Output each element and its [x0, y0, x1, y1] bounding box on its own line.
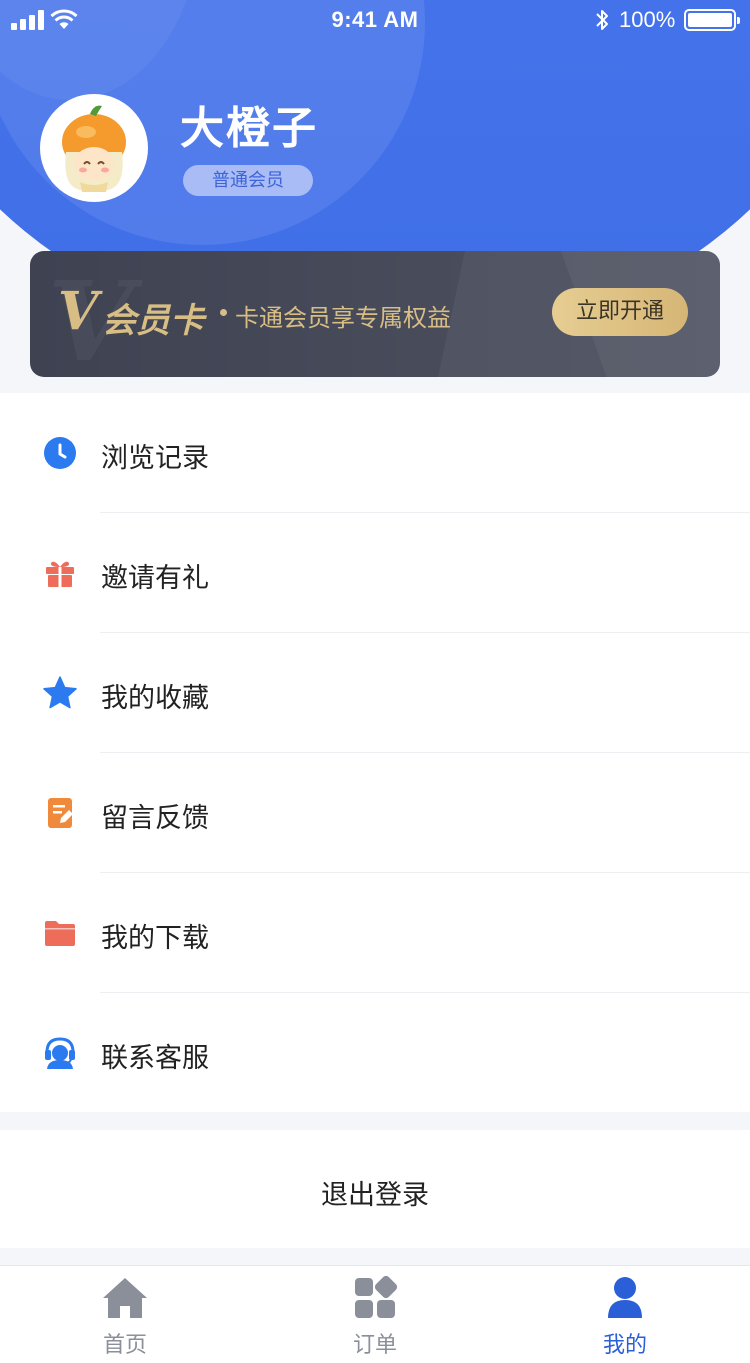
bottom-tab-bar: 首页 订单 我的 [0, 1265, 750, 1363]
vip-card-description: 卡通会员享专属权益 [235, 304, 451, 332]
grid-icon [355, 1276, 398, 1318]
battery-percentage: 100% [619, 7, 676, 32]
feedback-note-icon [48, 798, 73, 828]
menu-item-feedback[interactable]: 留言反馈 [0, 753, 750, 873]
orange-character-avatar-icon [62, 105, 126, 192]
menu-item-downloads[interactable]: 我的下载 [0, 873, 750, 993]
tab-mine[interactable]: 我的 [500, 1266, 750, 1363]
home-icon [103, 1278, 147, 1318]
menu-item-label: 浏览记录 [101, 443, 209, 474]
logout-label: 退出登录 [321, 1180, 429, 1211]
tab-label: 我的 [602, 1333, 647, 1358]
tab-label: 订单 [352, 1333, 397, 1358]
menu-item-browse-history[interactable]: 浏览记录 [0, 393, 750, 513]
tab-orders[interactable]: 订单 [250, 1266, 500, 1363]
menu-item-label: 留言反馈 [101, 803, 209, 834]
menu-item-favorites[interactable]: 我的收藏 [0, 633, 750, 753]
star-icon [43, 676, 77, 709]
gift-icon [46, 561, 74, 587]
user-icon [608, 1277, 642, 1318]
member-level-badge: 普通会员 [183, 165, 313, 196]
menu-list: 浏览记录 邀请有礼 我的收藏 留言反馈 我的下载 联系客服 [0, 393, 750, 1112]
username: 大橙子 [180, 103, 318, 154]
logout-button[interactable]: 退出登录 [0, 1130, 750, 1248]
menu-item-label: 我的收藏 [101, 683, 209, 714]
bluetooth-icon [596, 10, 608, 30]
clock-icon [44, 437, 76, 469]
customer-service-icon [45, 1037, 75, 1069]
folder-icon [45, 921, 75, 946]
vip-card-title: 会员卡 [102, 301, 204, 341]
menu-item-customer-service[interactable]: 联系客服 [0, 993, 750, 1113]
vip-letter-icon: V [58, 281, 99, 342]
separator-dot [220, 309, 227, 316]
menu-item-invite[interactable]: 邀请有礼 [0, 513, 750, 633]
vip-membership-card[interactable]: V V 会员卡 卡通会员享专属权益 立即开通 [30, 251, 720, 377]
status-bar: 9:41 AM 100% [0, 0, 750, 40]
menu-item-label: 邀请有礼 [101, 563, 209, 594]
menu-item-label: 联系客服 [101, 1043, 209, 1074]
avatar[interactable] [40, 94, 148, 202]
battery-icon [684, 9, 740, 31]
tab-home[interactable]: 首页 [0, 1266, 250, 1363]
open-membership-button[interactable]: 立即开通 [552, 288, 688, 336]
menu-item-label: 我的下载 [101, 923, 209, 954]
tab-label: 首页 [102, 1333, 147, 1358]
